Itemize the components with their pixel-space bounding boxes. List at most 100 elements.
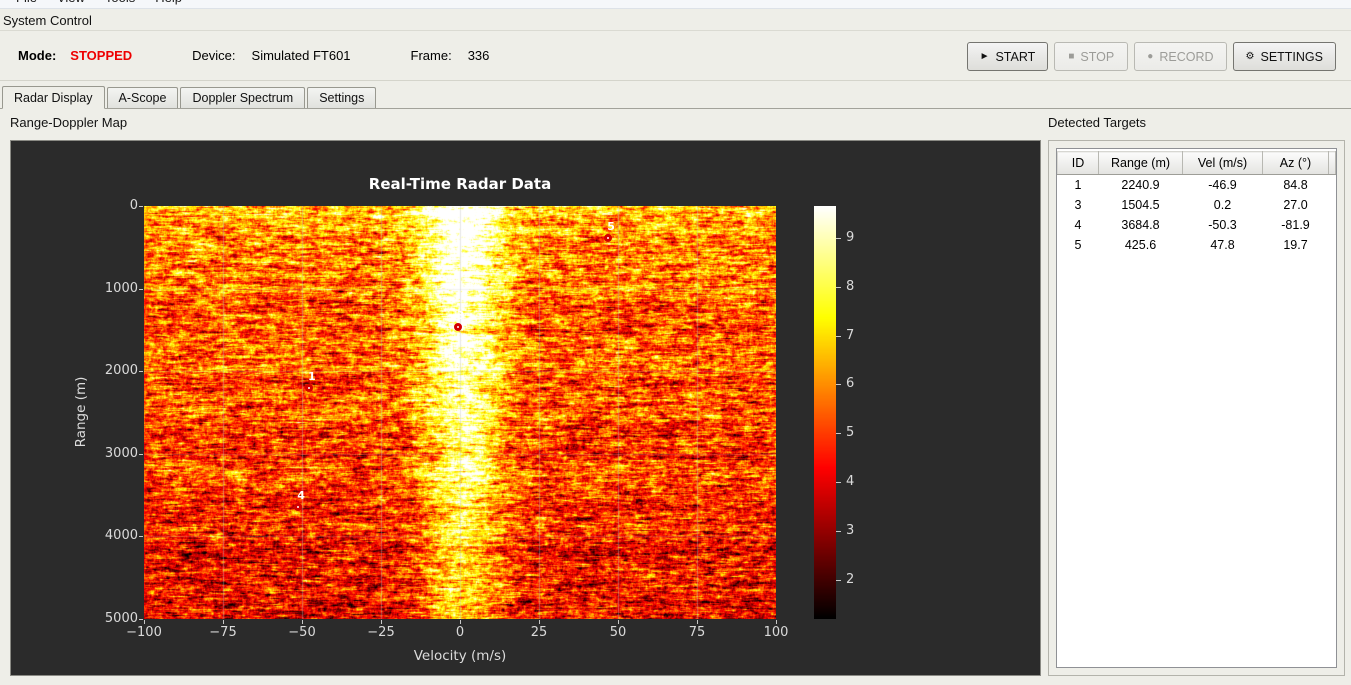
mode-label: Mode:: [18, 48, 57, 63]
detected-targets-panel: ID Range (m) Vel (m/s) Az (°) 1 2240.9 -46.9 8…: [1048, 140, 1345, 676]
target-vel: -50.3: [1182, 214, 1263, 235]
x-tick-label: 50: [609, 625, 627, 640]
colorbar-tick-label: 7: [846, 327, 855, 343]
target-marker-label-3: 3: [456, 309, 465, 323]
menu-view[interactable]: View: [47, 0, 95, 8]
column-header-vel-m-s[interactable]: Vel (m/s): [1182, 151, 1263, 175]
y-axis-label: Range (m): [73, 376, 89, 448]
system-control-bar: Mode: STOPPED Device: Simulated FT601 Fr…: [0, 30, 1351, 81]
target-marker-1[interactable]: [304, 384, 313, 393]
target-az: 19.7: [1262, 234, 1329, 255]
y-tick-label: 2000: [104, 363, 138, 379]
settings-button[interactable]: ⚙ SETTINGS: [1232, 42, 1336, 71]
column-header-filler: [1328, 151, 1336, 175]
x-tick-mark: [223, 620, 224, 624]
x-tick-label: −100: [126, 625, 162, 640]
target-filler: [1328, 174, 1336, 195]
colorbar-tick-label: 9: [846, 229, 855, 245]
tab-a-scope[interactable]: A-Scope: [106, 87, 179, 108]
x-tick-label: −25: [367, 625, 395, 640]
target-filler: [1328, 214, 1336, 235]
colorbar-tick-label: 4: [846, 474, 855, 490]
column-header-az[interactable]: Az (°): [1262, 151, 1329, 175]
x-tick-label: 100: [763, 625, 789, 640]
colorbar-tick-mark: [836, 579, 841, 581]
target-row[interactable]: 5 425.6 47.8 19.7: [1057, 234, 1336, 255]
column-header-id[interactable]: ID: [1057, 151, 1099, 175]
stop-icon: ■: [1068, 51, 1075, 62]
targets-table-container: ID Range (m) Vel (m/s) Az (°) 1 2240.9 -46.9 8…: [1056, 148, 1337, 668]
target-range: 1504.5: [1098, 194, 1183, 215]
y-tick-mark: [139, 371, 143, 373]
frame-value: 336: [467, 48, 490, 63]
tab-doppler-spectrum[interactable]: Doppler Spectrum: [180, 87, 306, 108]
record-button[interactable]: ● RECORD: [1134, 42, 1227, 71]
target-az: -81.9: [1262, 214, 1329, 235]
target-id: 5: [1057, 234, 1099, 255]
stop-button-label: STOP: [1080, 49, 1115, 64]
target-row[interactable]: 3 1504.5 0.2 27.0: [1057, 194, 1336, 215]
target-vel: -46.9: [1182, 174, 1263, 195]
y-tick-mark: [139, 206, 143, 207]
chart-title: Real-Time Radar Data: [368, 175, 552, 193]
target-vel: 0.2: [1182, 194, 1263, 215]
y-tick-label: 1000: [104, 280, 138, 296]
y-tick-label: 3000: [104, 445, 138, 461]
colorbar-tick-mark: [836, 482, 841, 484]
y-tick-mark: [139, 453, 143, 455]
x-tick-mark: [618, 620, 619, 624]
menu-tools[interactable]: Tools: [95, 0, 145, 8]
menu-help[interactable]: Help: [145, 0, 192, 8]
targets-table: ID Range (m) Vel (m/s) Az (°) 1 2240.9 -46.9 8…: [1057, 151, 1336, 255]
colorbar-tick-mark: [836, 531, 841, 533]
menu-file[interactable]: File: [6, 0, 47, 8]
settings-button-label: SETTINGS: [1260, 49, 1323, 64]
target-marker-label-1: 1: [307, 370, 316, 384]
colorbar-tick-label: 5: [846, 425, 855, 441]
y-tick-mark: [139, 288, 143, 290]
x-tick-label: 25: [530, 625, 548, 640]
gear-icon: ⚙: [1245, 51, 1255, 62]
target-marker-label-4: 4: [297, 489, 305, 503]
y-tick-label: 5000: [104, 611, 138, 626]
x-tick-mark: [144, 620, 145, 624]
record-button-label: RECORD: [1159, 49, 1214, 64]
y-tick-mark: [139, 536, 143, 538]
system-control-title: System Control: [3, 13, 92, 28]
target-marker-label-5: 5: [607, 220, 615, 234]
range-doppler-figure-panel: Real-Time Radar Data Velocity (m/s) Rang…: [10, 140, 1041, 676]
y-tick-label: 0: [129, 198, 138, 213]
x-tick-mark: [776, 620, 777, 624]
colorbar: [814, 206, 836, 619]
x-tick-label: −75: [209, 625, 237, 640]
tab-settings[interactable]: Settings: [307, 87, 377, 108]
colorbar-tick-mark: [836, 384, 841, 386]
colorbar-tick-mark: [836, 335, 841, 337]
column-header-range-m[interactable]: Range (m): [1098, 151, 1183, 175]
play-icon: ►: [979, 51, 990, 62]
colorbar-tick-label: 6: [846, 376, 855, 392]
target-row[interactable]: 1 2240.9 -46.9 84.8: [1057, 174, 1336, 195]
target-marker-3[interactable]: [453, 323, 462, 332]
target-id: 4: [1057, 214, 1099, 235]
target-range: 2240.9: [1098, 174, 1183, 195]
target-range: 3684.8: [1098, 214, 1183, 235]
stop-button[interactable]: ■ STOP: [1054, 42, 1129, 71]
start-button[interactable]: ► START: [966, 42, 1049, 71]
start-button-label: START: [995, 49, 1036, 64]
x-axis-label: Velocity (m/s): [413, 648, 507, 664]
y-tick-mark: [139, 619, 143, 620]
x-tick-mark: [302, 620, 303, 624]
x-tick-label: −50: [288, 625, 316, 640]
device-value: Simulated FT601: [251, 48, 351, 63]
target-az: 27.0: [1262, 194, 1329, 215]
tab-radar-display[interactable]: Radar Display: [2, 86, 105, 109]
colorbar-tick-mark: [836, 286, 841, 288]
target-row[interactable]: 4 3684.8 -50.3 -81.9: [1057, 214, 1336, 235]
status-readouts: Mode: STOPPED Device: Simulated FT601 Fr…: [18, 31, 489, 80]
x-tick-mark: [539, 620, 540, 624]
tab-bar: Radar Display A-Scope Doppler Spectrum Sett…: [0, 86, 1351, 109]
x-tick-mark: [697, 620, 698, 624]
colorbar-tick-mark: [836, 237, 841, 239]
range-doppler-heatmap: [144, 206, 776, 619]
